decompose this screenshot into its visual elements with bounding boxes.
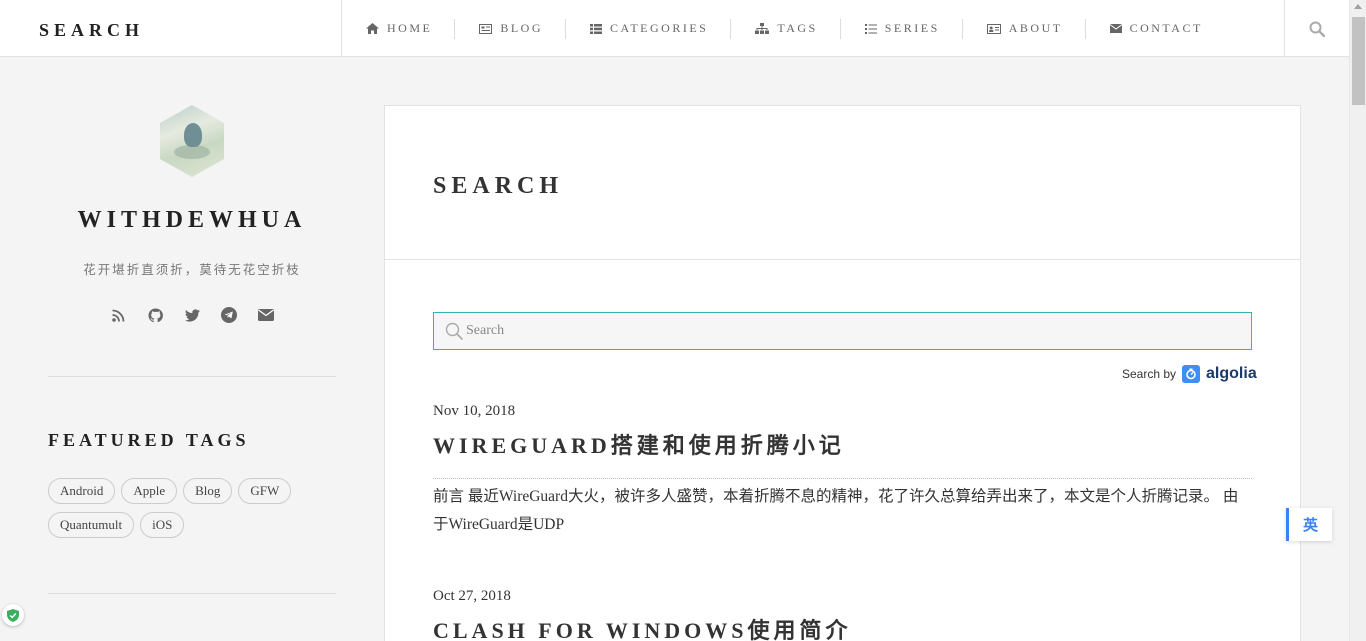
nav-item-tags[interactable]: TAGS bbox=[731, 18, 841, 39]
email-icon[interactable] bbox=[257, 306, 275, 324]
featured-tags: Android Apple Blog GFW Quantumult iOS bbox=[48, 478, 336, 538]
github-icon[interactable] bbox=[146, 306, 164, 324]
post-date: Oct 27, 2018 bbox=[433, 588, 511, 604]
scroll-thumb[interactable] bbox=[1352, 17, 1365, 105]
title-divider bbox=[385, 259, 1300, 260]
algolia-wordmark: algolia bbox=[1206, 365, 1257, 382]
avatar-foliage bbox=[174, 145, 210, 159]
rss-icon[interactable] bbox=[109, 306, 127, 324]
sidebar-divider bbox=[48, 593, 336, 594]
nav-label-tags: TAGS bbox=[777, 21, 818, 35]
tags-icon bbox=[755, 23, 770, 34]
algolia-attribution[interactable]: Search by algolia bbox=[1122, 365, 1257, 383]
top-navbar: SEARCH HOME BLOG CATEGORIES TAGS SERIES … bbox=[0, 0, 1349, 57]
post-item: Nov 10, 2018 WIREGUARD搭建和使用折腾小记 前言 最近Wir… bbox=[433, 403, 1252, 539]
nav-item-categories[interactable]: CATEGORIES bbox=[566, 18, 732, 39]
nav-item-blog[interactable]: BLOG bbox=[455, 18, 567, 39]
search-field[interactable] bbox=[433, 312, 1252, 350]
twitter-icon[interactable] bbox=[183, 306, 201, 324]
featured-tags-title: FEATURED TAGS bbox=[48, 430, 250, 450]
blog-icon bbox=[479, 23, 493, 34]
main-content: SEARCH Search by algolia Nov 10, 2018 WI… bbox=[384, 105, 1301, 641]
brand[interactable]: SEARCH bbox=[0, 0, 342, 57]
scroll-up-arrow-icon[interactable] bbox=[1354, 4, 1362, 9]
post-excerpt[interactable]: 前言 最近WireGuard大火，被许多人盛赞，本着折腾不息的精神，花了许久总算… bbox=[433, 483, 1252, 539]
security-shield-icon[interactable] bbox=[2, 604, 24, 626]
tag-gfw[interactable]: GFW bbox=[238, 478, 292, 504]
page-scrollbar[interactable] bbox=[1349, 0, 1366, 641]
tag-apple[interactable]: Apple bbox=[121, 478, 178, 504]
brand-title[interactable]: SEARCH bbox=[39, 20, 144, 41]
algolia-logo-icon bbox=[1182, 365, 1201, 383]
search-input[interactable] bbox=[466, 313, 1246, 349]
post-date: Nov 10, 2018 bbox=[433, 403, 516, 419]
nav-item-series[interactable]: SERIES bbox=[841, 18, 963, 39]
search-icon bbox=[1309, 21, 1325, 37]
search-icon bbox=[445, 322, 463, 340]
site-name[interactable]: WITHDEWHUA bbox=[48, 207, 336, 234]
categories-icon bbox=[590, 23, 603, 34]
home-icon bbox=[366, 23, 379, 34]
telegram-icon[interactable] bbox=[220, 306, 238, 324]
post-item: Oct 27, 2018 CLASH FOR WINDOWS使用简介 bbox=[433, 588, 1252, 641]
nav-label-categories: CATEGORIES bbox=[610, 21, 709, 35]
header-search-button[interactable] bbox=[1284, 0, 1349, 57]
envelope-icon bbox=[1109, 24, 1122, 33]
about-icon bbox=[986, 23, 1001, 34]
nav-label-series: SERIES bbox=[884, 21, 940, 35]
language-toggle-badge[interactable]: 英 bbox=[1286, 508, 1332, 541]
tag-quantumult[interactable]: Quantumult bbox=[48, 512, 135, 538]
post-separator bbox=[433, 478, 1252, 479]
tag-android[interactable]: Android bbox=[48, 478, 116, 504]
post-title-link[interactable]: CLASH FOR WINDOWS使用简介 bbox=[433, 613, 1252, 641]
post-title-link[interactable]: WIREGUARD搭建和使用折腾小记 bbox=[433, 428, 1252, 460]
main-nav: HOME BLOG CATEGORIES TAGS SERIES ABOUT C… bbox=[342, 0, 1225, 57]
nav-item-home[interactable]: HOME bbox=[342, 18, 456, 39]
series-icon bbox=[864, 23, 877, 34]
avatar-bird bbox=[184, 123, 202, 147]
tag-blog[interactable]: Blog bbox=[183, 478, 233, 504]
nav-label-blog: BLOG bbox=[500, 21, 544, 35]
page-title: SEARCH bbox=[433, 173, 564, 199]
nav-item-contact[interactable]: CONTACT bbox=[1086, 19, 1225, 39]
nav-label-contact: CONTACT bbox=[1129, 21, 1203, 35]
social-links bbox=[48, 306, 336, 324]
sidebar-divider bbox=[48, 376, 336, 377]
nav-item-about[interactable]: ABOUT bbox=[963, 18, 1086, 39]
search-by-label: Search by bbox=[1122, 367, 1177, 381]
avatar bbox=[160, 105, 224, 177]
tag-ios[interactable]: iOS bbox=[140, 512, 185, 538]
nav-label-about: ABOUT bbox=[1008, 21, 1063, 35]
site-motto: 花开堪折直须折，莫待无花空折枝 bbox=[83, 262, 301, 277]
nav-label-home: HOME bbox=[387, 21, 433, 35]
